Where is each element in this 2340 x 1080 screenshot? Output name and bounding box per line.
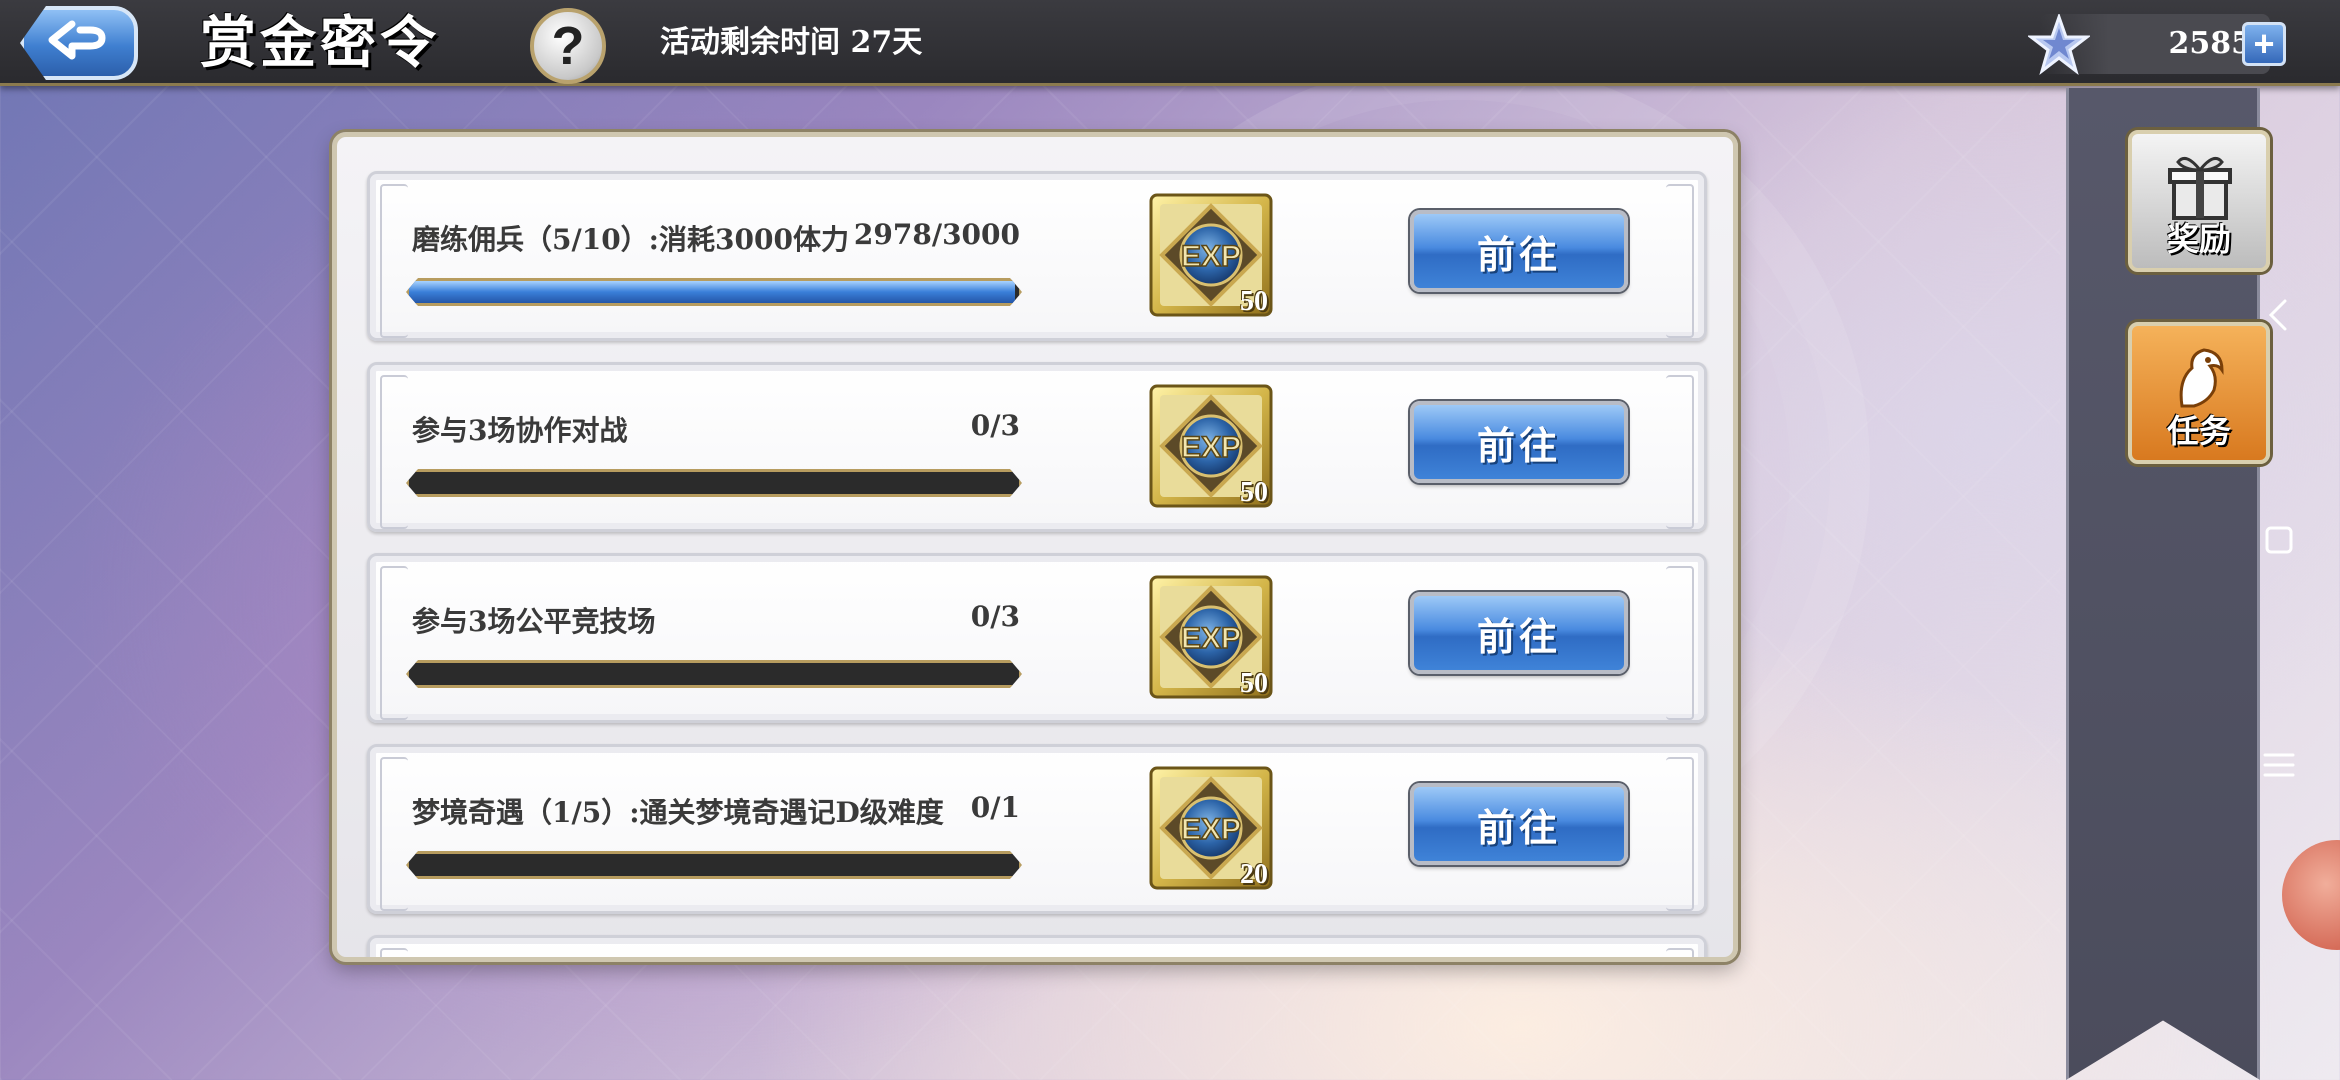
star-icon <box>2028 14 2090 75</box>
progress-bar <box>406 851 1022 879</box>
progress-bar <box>406 469 1022 497</box>
task-panel: 磨练佣兵（5/10）:消耗3000体力 2978/3000 50 前往 参与3场… <box>332 132 1738 962</box>
nav-menu-icon[interactable] <box>2254 740 2304 790</box>
task-tab-button[interactable]: 任务 <box>2128 322 2270 464</box>
go-button[interactable]: 前往 <box>1410 210 1628 292</box>
nav-home-icon[interactable] <box>2254 515 2304 565</box>
gift-box-icon <box>2168 156 2232 220</box>
go-button[interactable]: 前往 <box>1410 401 1628 483</box>
progress-bar-fill <box>409 281 1015 303</box>
reward-count: 50 <box>1240 477 1268 508</box>
task-name: 参与3场公平竞技场 <box>412 605 656 638</box>
task-name: 参与3场协作对战 <box>412 414 628 447</box>
reward-count: 20 <box>1240 859 1268 890</box>
task-row: 参与3场公平竞技场 0/3 50 前往 <box>367 553 1707 723</box>
reward-count: 50 <box>1240 286 1268 317</box>
task-row: 磨练佣兵（5/10）:消耗3000体力 2978/3000 50 前往 <box>367 171 1707 341</box>
reward-tab-button[interactable]: 奖励 <box>2128 130 2270 272</box>
event-timer: 活动剩余时间 27天 <box>660 25 923 60</box>
task-row: 梦境奇遇（1/5）:通关梦境奇遇记D级难度 0/1 20 前往 <box>367 744 1707 914</box>
task-progress-text: 0/1 <box>970 791 1020 824</box>
page-title: 赏金密令 <box>200 10 440 76</box>
reward-count: 50 <box>1240 668 1268 699</box>
task-list[interactable]: 磨练佣兵（5/10）:消耗3000体力 2978/3000 50 前往 参与3场… <box>367 171 1707 957</box>
horse-emblem-icon <box>2179 348 2224 408</box>
progress-bar <box>406 660 1022 688</box>
task-progress-text: 0/3 <box>970 409 1020 442</box>
exp-medal-icon[interactable]: 50 <box>1148 192 1274 318</box>
exp-medal-icon[interactable]: 50 <box>1148 574 1274 700</box>
task-progress-text: 0/3 <box>970 600 1020 633</box>
back-arrow-icon <box>48 20 106 60</box>
add-currency-button[interactable]: + <box>2242 22 2286 66</box>
currency-value: 2585 <box>2168 26 2253 61</box>
go-button[interactable]: 前往 <box>1410 592 1628 674</box>
floating-assist-icon[interactable] <box>2282 840 2340 950</box>
nav-back-icon[interactable] <box>2254 290 2304 340</box>
exp-medal-icon[interactable]: 20 <box>1148 765 1274 891</box>
go-button[interactable]: 前往 <box>1410 783 1628 865</box>
task-row-partial <box>367 935 1707 957</box>
task-row: 参与3场协作对战 0/3 50 前往 <box>367 362 1707 532</box>
progress-bar <box>406 278 1022 306</box>
help-button[interactable]: ? <box>530 8 606 84</box>
exp-medal-icon[interactable]: 50 <box>1148 383 1274 509</box>
task-progress-text: 2978/3000 <box>853 218 1020 251</box>
